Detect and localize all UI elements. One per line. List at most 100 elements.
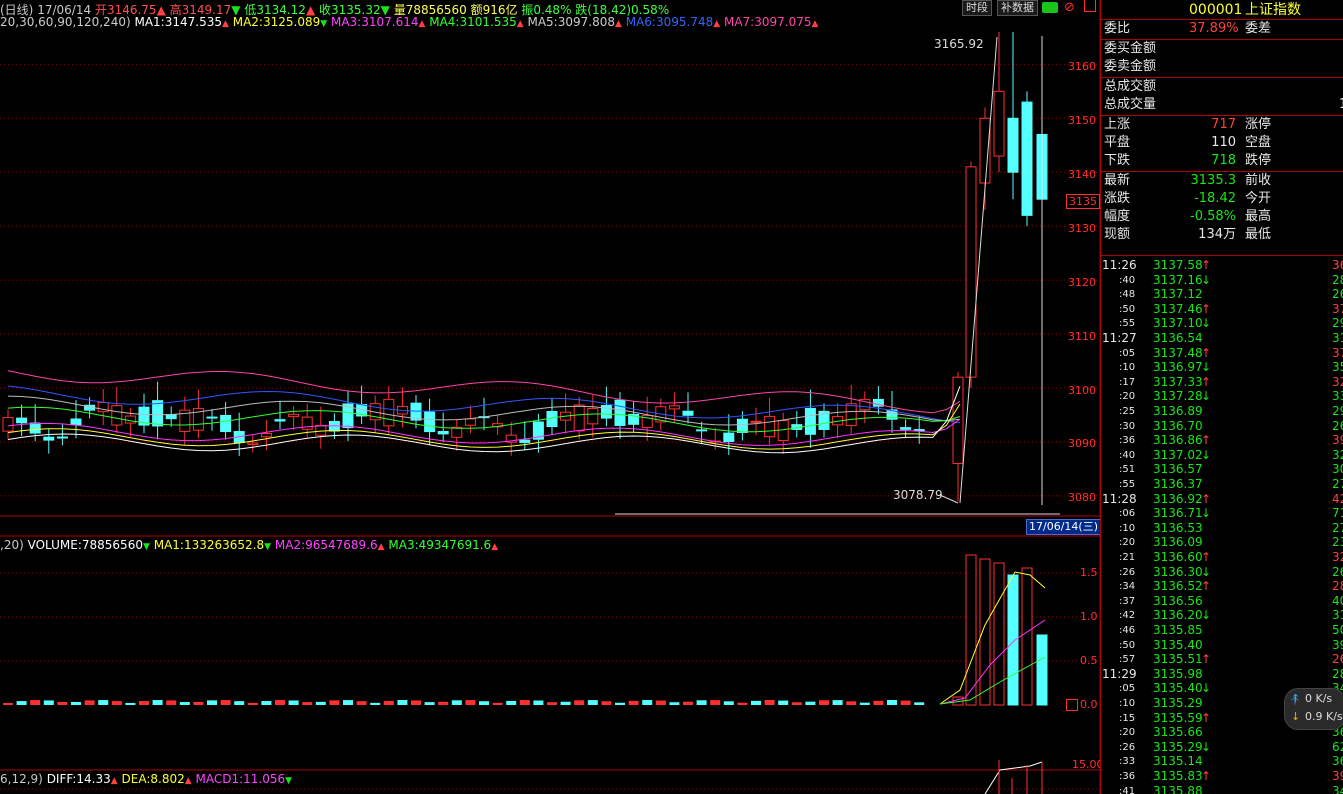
down-label: 下跌	[1104, 153, 1131, 168]
volume-bar	[574, 700, 585, 705]
macd-tick: 15.00	[1072, 758, 1104, 771]
candle-body	[70, 418, 82, 426]
candle-body	[614, 399, 626, 426]
volume-bar	[533, 700, 544, 705]
macd-diff-line	[984, 761, 1043, 794]
volume-bar	[723, 701, 734, 705]
buy-amount-label: 委买金额	[1104, 41, 1157, 56]
volume-bar	[207, 700, 217, 705]
macd-diff: DIFF:14.33	[46, 772, 111, 786]
volume-bar	[275, 700, 285, 705]
window-icon[interactable]	[1084, 0, 1096, 12]
candle-body	[165, 414, 177, 420]
volume-bar	[16, 701, 27, 705]
volume-bar	[57, 701, 68, 705]
total-volume-tail: 1	[1339, 96, 1343, 114]
cursor-date-label: 17/06/14(三)	[1026, 519, 1101, 535]
low-price-label: 3078.79	[893, 488, 943, 502]
volume-bar	[832, 700, 843, 705]
price-tick: 3090	[1068, 437, 1096, 450]
candle-body	[900, 427, 912, 430]
macd-info-line: 6,12,9) DIFF:14.33▲ DEA:8.802▲ MACD1:11.…	[0, 772, 293, 786]
limit-down-label: 跌停	[1245, 153, 1272, 168]
candle-body	[696, 429, 708, 432]
pin-icon[interactable]: ⊘	[1064, 0, 1075, 15]
volume-bar	[873, 700, 884, 705]
kline-chart-area[interactable]: (日线) 17/06/14 开3146.75▲ 高3149.17▼ 低3134.…	[0, 0, 1104, 794]
volume-bar	[43, 700, 54, 705]
flat-label: 平盘	[1104, 135, 1131, 150]
candle-body	[16, 417, 28, 424]
volume-bar	[288, 700, 299, 705]
high-price-label: 3165.92	[934, 37, 984, 51]
volume-bar	[642, 700, 653, 705]
volume-bar	[397, 700, 408, 705]
ma1-value: MA1:3147.535	[134, 15, 222, 29]
price-tick: 3100	[1068, 384, 1096, 397]
volume-bar	[819, 700, 829, 705]
up-count: 717	[1211, 117, 1236, 132]
volume-tick: 0.0	[1080, 698, 1098, 711]
candle-body	[682, 410, 694, 416]
latest-label: 最新	[1104, 173, 1131, 188]
volume-bar	[655, 700, 666, 705]
limit-up-label: 涨停	[1245, 117, 1272, 132]
volume-bar	[846, 701, 857, 705]
volume-bar	[234, 701, 245, 705]
volume-bar	[859, 702, 870, 705]
timeshare-button[interactable]: 时段	[962, 0, 992, 16]
panel-title: 000001 上证指数	[1101, 0, 1343, 20]
volume-bar	[424, 702, 435, 705]
candle-body	[777, 420, 789, 442]
volume-bar	[615, 702, 625, 705]
volume-bar	[778, 700, 789, 705]
download-arrow-icon: ↓	[1291, 710, 1301, 723]
ma4-value: MA4:3101.535	[429, 15, 517, 29]
candle-body	[736, 418, 748, 433]
index-name: 上证指数	[1245, 2, 1301, 18]
amount-label: 现额	[1104, 227, 1131, 242]
volume-bar	[261, 700, 272, 705]
candle-body	[247, 442, 259, 445]
weicha-label: 委差	[1245, 21, 1272, 36]
candle-body	[220, 415, 232, 433]
candle-body	[383, 398, 395, 427]
empty-label: 空盘	[1245, 135, 1272, 150]
volume-bar	[451, 700, 462, 705]
volume-tick: 1.5	[1080, 566, 1098, 579]
volume-tick: 1.0	[1080, 610, 1098, 623]
volume-bar	[993, 562, 1005, 706]
kline-chart-svg[interactable]	[0, 0, 1100, 794]
volume-bar	[30, 700, 41, 705]
supplement-data-button[interactable]: 补数据	[997, 0, 1038, 16]
volume-bar	[179, 702, 190, 705]
volume-bar	[506, 700, 517, 705]
volume-bar	[84, 700, 95, 705]
volume-bar	[302, 702, 313, 705]
candle-body	[56, 436, 68, 439]
volume-bar	[547, 702, 557, 705]
price-tick: 3120	[1068, 276, 1096, 289]
candle-body	[288, 413, 300, 418]
ma3-value: MA3:3107.614	[330, 15, 419, 29]
candle-body	[2, 417, 14, 432]
data-status-icon[interactable]	[1042, 2, 1058, 13]
volume-bar	[900, 700, 911, 705]
candle-body	[260, 432, 272, 438]
volume-bar	[601, 701, 612, 705]
range-label: 幅度	[1104, 209, 1131, 224]
volume-bar	[887, 700, 897, 705]
open-label: 今开	[1245, 191, 1272, 206]
candle-body	[845, 403, 857, 427]
quote-panel: 000001 上证指数 委比 37.89% 委差 委买金额 委卖金额 总成交额 …	[1100, 0, 1343, 794]
price-tick: 3150	[1068, 114, 1096, 127]
download-speed: 0.9 K/s	[1305, 710, 1343, 723]
volume-bar	[111, 701, 122, 705]
volume-unit-icon[interactable]	[1066, 699, 1078, 711]
volume-bar	[3, 703, 13, 705]
candle-body	[993, 90, 1005, 157]
candle-body	[804, 407, 816, 435]
upload-speed: 0 K/s	[1305, 692, 1333, 705]
network-speed-widget[interactable]: 🡡 ↑ 0 K/s ↓ 0.9 K/s	[1284, 688, 1343, 730]
total-amount-label: 总成交额	[1104, 79, 1157, 94]
